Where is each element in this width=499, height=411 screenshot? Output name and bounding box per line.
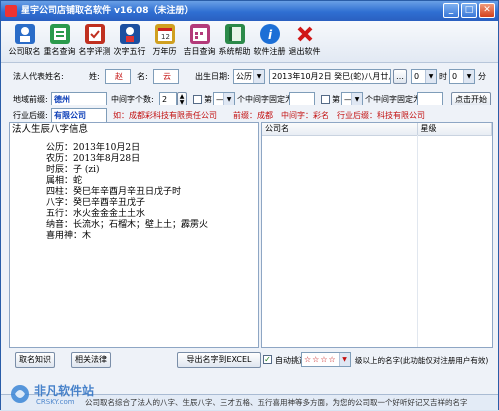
bazi-line: 四柱：癸巳年辛酉月辛丑日戊子时: [46, 187, 182, 197]
column-divider: [417, 135, 418, 347]
bazi-panel: 法人生辰八字信息 公历：2013年10月2日 农历：2013年8月28日 时辰：…: [9, 122, 259, 348]
tool-calendar[interactable]: 12 万年历: [147, 21, 182, 63]
help-book-icon: [224, 24, 245, 44]
surname-input[interactable]: 赵: [105, 69, 131, 84]
hour-value: 0: [414, 72, 420, 81]
company-naming-icon: [14, 24, 35, 44]
star-rating-icon: ☆☆☆☆: [304, 355, 337, 364]
minimize-button[interactable]: _: [443, 3, 459, 18]
info-register-icon: i: [259, 24, 280, 44]
fix1-checkbox[interactable]: [193, 95, 202, 104]
tool-lucky-day[interactable]: 吉日查询: [182, 21, 217, 63]
star-level-select[interactable]: ☆☆☆☆ ▼: [301, 352, 351, 367]
industry-suffix-label: 行业后缀:: [13, 111, 48, 120]
bazi-line: 属相：蛇: [46, 176, 83, 186]
app-icon: [5, 5, 17, 17]
watermark-logo-icon: [11, 385, 29, 403]
column-company-name[interactable]: 公司名: [262, 123, 418, 136]
region-prefix-label: 地域前缀:: [13, 95, 48, 104]
legal-name-label: 法人代表姓名:: [13, 72, 64, 81]
svg-text:12: 12: [161, 33, 170, 41]
lucky-day-icon: [189, 24, 210, 44]
close-button[interactable]: ✕: [479, 3, 495, 18]
birth-date-input[interactable]: 2013年10月2日 癸巳(蛇)八月廿八: [269, 69, 391, 84]
maximize-icon: □: [464, 5, 474, 15]
auto-filter-checkbox[interactable]: ✓: [263, 355, 272, 364]
bazi-line: 纳音：长流水；石榴木；壁上土；霹雳火: [46, 220, 209, 230]
tool-label: 退出软件: [288, 47, 321, 56]
site-watermark: 非凡软件站 CRSKY.com: [9, 377, 129, 411]
duplicate-search-icon: [49, 24, 70, 44]
surname-label: 姓:: [89, 72, 100, 81]
export-excel-button[interactable]: 导出名字到EXCEL: [177, 352, 261, 368]
naming-knowledge-button[interactable]: 取名知识: [15, 352, 55, 368]
minute-select[interactable]: 0 ▼: [449, 69, 475, 84]
given-name-label: 名:: [137, 72, 148, 81]
calendar-type-value: 公历: [236, 72, 252, 81]
birth-date-label: 出生日期:: [195, 72, 230, 81]
five-elements-icon: [119, 24, 140, 44]
window-title: 星宇公司店铺取名软件 v16.08（未注册）: [21, 6, 194, 16]
tool-exit[interactable]: 退出软件: [287, 21, 322, 63]
fix2-suffix: 个中间字固定为: [365, 95, 421, 104]
title-bar[interactable]: 星宇公司店铺取名软件 v16.08（未注册） _ □ ✕: [1, 1, 498, 21]
column-star-rating[interactable]: 星级: [417, 123, 492, 136]
watermark-cn: 非凡软件站: [34, 384, 95, 398]
bazi-line: 喜用神：木: [46, 231, 92, 241]
close-icon: ✕: [483, 5, 491, 15]
fix1-prefix: 第: [204, 95, 212, 104]
hour-select[interactable]: 0 ▼: [411, 69, 437, 84]
tool-company-naming[interactable]: 公司取名: [7, 21, 42, 63]
tool-duplicate-search[interactable]: 重名查询: [42, 21, 77, 63]
chevron-down-icon: ▼: [425, 70, 436, 83]
date-picker-button[interactable]: …: [393, 69, 407, 84]
bazi-title: 法人生辰八字信息: [12, 124, 89, 135]
legal-person-row: 法人代表姓名: 姓: 赵 名: 云 出生日期: 公历 ▼ 2013年10月2日 癸…: [7, 67, 494, 89]
bazi-lines: 公历：2013年10月2日 农历：2013年8月28日 时辰：子 (zi) 属相…: [46, 143, 208, 242]
app-window: 星宇公司店铺取名软件 v16.08（未注册） _ □ ✕ 公司取名 重名查询 名…: [0, 0, 499, 410]
example-hint: 如：成都彩科技有限责任公司 前缀：成都 中间字：彩名 行业后缀：科技有限公司: [113, 111, 425, 120]
watermark-en: CRSKY.com: [36, 398, 75, 406]
name-evaluate-icon: [84, 24, 105, 44]
minute-label: 分: [478, 72, 486, 81]
chevron-down-icon: ▼: [253, 70, 264, 83]
minimize-icon: _: [448, 5, 454, 15]
calendar-type-select[interactable]: 公历 ▼: [233, 69, 265, 84]
bazi-line: 时辰：子 (zi): [46, 165, 100, 175]
hour-label: 时: [439, 72, 447, 81]
results-table[interactable]: 公司名 星级: [261, 122, 493, 348]
tool-register[interactable]: i 软件注册: [252, 21, 287, 63]
middle-count-label: 中间字个数:: [111, 95, 154, 104]
maximize-button[interactable]: □: [461, 3, 477, 18]
industry-suffix-input[interactable]: 有限公司: [51, 108, 107, 123]
toolbar: 公司取名 重名查询 名字评测 次字五行 12 万年历 吉日查询 系统帮助 i 软…: [1, 21, 498, 63]
star-filter-note: 级以上的名字(此功能仅对注册用户有效): [355, 356, 489, 365]
related-law-button[interactable]: 相关法律: [71, 352, 111, 368]
tool-five-elements[interactable]: 次字五行: [112, 21, 147, 63]
given-name-input[interactable]: 云: [153, 69, 179, 84]
chevron-down-icon: ▼: [339, 353, 350, 366]
fix2-prefix: 第: [332, 95, 340, 104]
tool-help[interactable]: 系统帮助: [217, 21, 252, 63]
tool-name-evaluate[interactable]: 名字评测: [77, 21, 112, 63]
minute-value: 0: [452, 72, 458, 81]
bazi-line: 农历：2013年8月28日: [46, 154, 141, 164]
exit-icon: [295, 24, 315, 44]
bazi-line: 八字：癸巳辛酉辛丑戊子: [46, 198, 146, 208]
svg-text:i: i: [268, 28, 273, 42]
bazi-line: 五行：水火金金金土土水: [46, 209, 146, 219]
fix2-checkbox[interactable]: [321, 95, 330, 104]
calendar-icon: 12: [154, 24, 175, 44]
bazi-line: 公历：2013年10月2日: [46, 143, 141, 153]
fix1-suffix: 个中间字固定为: [237, 95, 293, 104]
chevron-down-icon: ▼: [463, 70, 474, 83]
